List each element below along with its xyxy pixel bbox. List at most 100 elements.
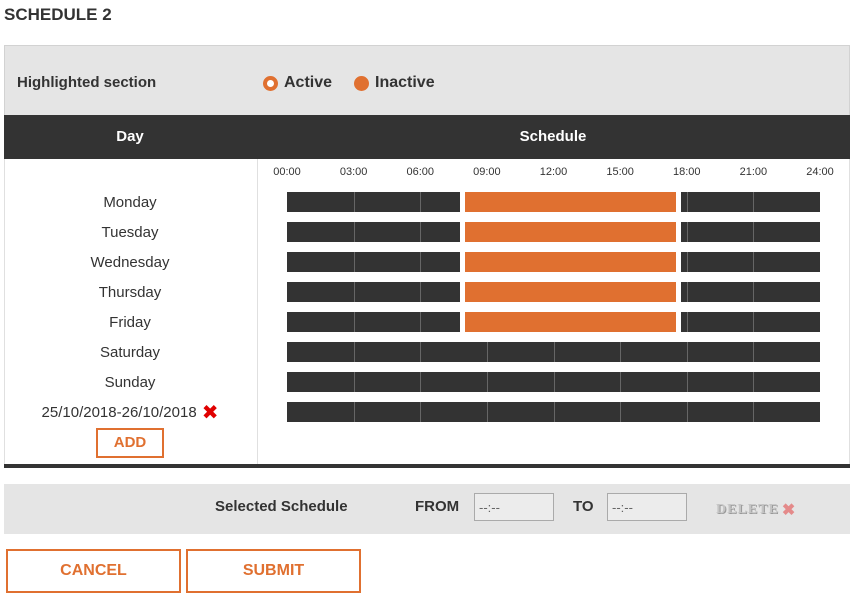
hour-guide-line xyxy=(686,222,688,242)
time-tick-label: 09:00 xyxy=(473,166,501,178)
schedule-bar[interactable] xyxy=(287,342,820,362)
hour-guide-line xyxy=(486,402,488,422)
hour-guide-line xyxy=(486,372,488,392)
hour-guide-line xyxy=(553,402,555,422)
delete-label: DELETE xyxy=(716,502,779,517)
schedule-bar[interactable] xyxy=(287,282,820,302)
hour-guide-line xyxy=(420,192,422,212)
day-label-text: Wednesday xyxy=(90,254,170,271)
schedule-column-header: Schedule xyxy=(519,128,587,145)
delete-button[interactable]: DELETE ✖ xyxy=(716,500,796,520)
time-tick-label: 24:00 xyxy=(806,166,834,178)
add-button[interactable]: ADD xyxy=(96,428,164,458)
day-label-text: Sunday xyxy=(104,374,156,391)
hour-guide-line xyxy=(420,372,422,392)
active-ring-icon xyxy=(263,75,278,91)
time-tick-label: 21:00 xyxy=(739,166,768,178)
hour-guide-line xyxy=(353,222,355,242)
segment-gap xyxy=(675,282,681,302)
day-label: Sunday xyxy=(4,374,256,391)
segment-gap xyxy=(675,222,681,242)
from-time-input[interactable] xyxy=(474,493,554,521)
time-tick-label: 18:00 xyxy=(672,166,701,178)
to-label: TO xyxy=(573,498,594,515)
hour-guide-line xyxy=(353,192,355,212)
day-label: Saturday xyxy=(4,344,256,361)
hour-guide-line xyxy=(420,252,422,272)
hour-guide-line xyxy=(353,402,355,422)
legend-active-label: Active xyxy=(284,74,333,91)
hour-guide-line xyxy=(420,342,422,362)
page-title: SCHEDULE 2 xyxy=(4,5,112,24)
schedule-bar[interactable] xyxy=(287,192,820,212)
hour-guide-line xyxy=(686,192,688,212)
time-tick-label: 12:00 xyxy=(539,166,568,178)
schedule-bar[interactable] xyxy=(287,222,820,242)
hour-guide-line xyxy=(686,372,688,392)
day-label: Thursday xyxy=(4,284,256,301)
day-label-text: Tuesday xyxy=(101,224,159,241)
hour-guide-line xyxy=(553,342,555,362)
hour-guide-line xyxy=(686,342,688,362)
time-tick-label: 00:00 xyxy=(273,166,301,178)
inactive-dot-icon xyxy=(354,75,369,91)
hour-guide-line xyxy=(353,252,355,272)
hour-guide-line xyxy=(753,372,755,392)
table-bottom-rule xyxy=(4,464,850,468)
hour-guide-line xyxy=(753,282,755,302)
hour-guide-line xyxy=(420,402,422,422)
time-tick-label: 03:00 xyxy=(339,166,368,178)
hour-guide-line xyxy=(753,312,755,332)
active-segment[interactable] xyxy=(464,312,676,332)
hour-guide-line xyxy=(420,282,422,302)
active-segment[interactable] xyxy=(464,252,676,272)
cancel-button[interactable]: CANCEL xyxy=(6,549,181,593)
day-label-text: Friday xyxy=(109,314,151,331)
hour-guide-line xyxy=(420,312,422,332)
submit-button[interactable]: SUBMIT xyxy=(186,549,361,593)
segment-gap xyxy=(675,192,681,212)
day-label: Monday xyxy=(4,194,256,211)
hour-guide-line xyxy=(486,342,488,362)
hour-guide-line xyxy=(753,252,755,272)
hour-guide-line xyxy=(353,312,355,332)
schedule-bar[interactable] xyxy=(287,372,820,392)
day-label-text: Thursday xyxy=(98,284,162,301)
to-time-input[interactable] xyxy=(607,493,687,521)
hour-guide-line xyxy=(353,372,355,392)
schedule-bar[interactable] xyxy=(287,402,820,422)
segment-gap xyxy=(675,252,681,272)
schedule-table-header: Day Schedule xyxy=(4,115,850,159)
legend-inactive: Inactive xyxy=(354,74,435,92)
hour-guide-line xyxy=(686,282,688,302)
hour-guide-line xyxy=(753,192,755,212)
day-column-header: Day xyxy=(116,128,144,145)
day-label: Wednesday xyxy=(4,254,256,271)
time-tick-label: 06:00 xyxy=(406,166,435,178)
legend-bar: Highlighted section Active Inactive xyxy=(4,45,850,115)
legend-active: Active xyxy=(263,74,332,92)
hour-guide-line xyxy=(353,342,355,362)
legend-label: Highlighted section xyxy=(17,74,157,91)
selected-schedule-bar: Selected Schedule FROM TO DELETE ✖ xyxy=(4,484,850,534)
remove-date-icon[interactable]: ✖ xyxy=(202,403,219,423)
delete-x-icon: ✖ xyxy=(781,502,797,519)
active-segment[interactable] xyxy=(464,282,676,302)
hour-guide-line xyxy=(420,222,422,242)
hour-guide-line xyxy=(753,222,755,242)
schedule-bar[interactable] xyxy=(287,312,820,332)
from-label: FROM xyxy=(415,498,460,515)
legend-inactive-label: Inactive xyxy=(375,74,435,91)
hour-guide-line xyxy=(620,402,622,422)
active-segment[interactable] xyxy=(464,222,676,242)
schedule-bar[interactable] xyxy=(287,252,820,272)
active-segment[interactable] xyxy=(464,192,676,212)
day-label: Friday xyxy=(4,314,256,331)
hour-guide-line xyxy=(620,342,622,362)
hour-guide-line xyxy=(686,312,688,332)
hour-guide-line xyxy=(753,402,755,422)
column-divider xyxy=(257,159,258,464)
segment-gap xyxy=(675,312,681,332)
hour-guide-line xyxy=(686,402,688,422)
hour-guide-line xyxy=(753,342,755,362)
